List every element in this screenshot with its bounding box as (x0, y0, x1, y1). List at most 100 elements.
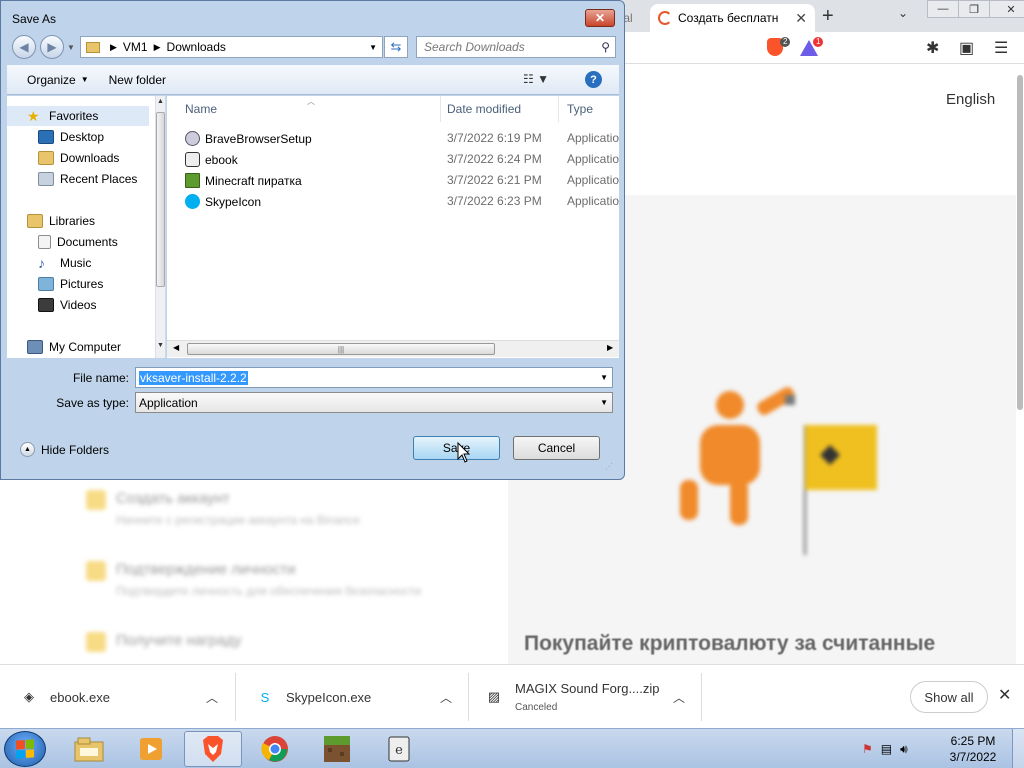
file-name-dropdown-icon[interactable]: ▼ (600, 373, 608, 382)
taskbar-chrome[interactable] (246, 731, 304, 767)
taskbar-ebook[interactable]: e (370, 731, 428, 767)
breadcrumb-arrow-icon[interactable]: ▶ (110, 42, 117, 53)
taskbar: e ⚑ ▤ 🔊︎ 6:25 PM 3/7/2022 (0, 728, 1024, 768)
chrome-icon (261, 736, 288, 762)
navigation-pane: ★ Favorites Desktop Downloads Recent Pla… (7, 96, 166, 358)
address-dropdown-icon[interactable]: ▼ (369, 43, 377, 52)
tree-item-pictures[interactable]: Pictures (7, 274, 103, 294)
tree-item-videos[interactable]: Videos (7, 295, 96, 315)
new-tab-button[interactable]: + (822, 5, 834, 28)
start-button[interactable] (4, 731, 46, 767)
ebook-icon: ◈ (24, 689, 34, 704)
navigation-scroll-thumb[interactable] (156, 112, 165, 287)
cancel-button[interactable]: Cancel (513, 436, 600, 460)
installer-icon (185, 131, 200, 146)
chevron-up-icon[interactable]: ︿ (206, 689, 218, 706)
tree-item-downloads[interactable]: Downloads (7, 148, 119, 168)
minimize-button[interactable]: — (927, 0, 959, 18)
taskbar-brave[interactable] (184, 731, 242, 767)
clock[interactable]: 6:25 PM 3/7/2022 (938, 733, 1008, 765)
new-folder-button[interactable]: New folder (99, 73, 176, 87)
search-input[interactable]: Search Downloads ⚲ (416, 36, 616, 58)
tree-item-documents[interactable]: Documents (7, 232, 118, 252)
taskbar-minecraft[interactable] (308, 731, 366, 767)
documents-icon (38, 235, 51, 249)
tree-item-my-computer[interactable]: My Computer (7, 337, 121, 357)
file-list: Name ︿ Date modified Type BraveBrowserSe… (167, 96, 619, 358)
show-desktop-button[interactable] (1012, 729, 1024, 768)
resize-grip-icon[interactable]: ⋰ (605, 462, 613, 471)
tree-item-libraries[interactable]: Libraries (7, 211, 95, 231)
close-shelf-icon[interactable]: ✕ (998, 685, 1011, 705)
taskbar-media-player[interactable] (122, 731, 180, 767)
folder-icon (86, 41, 100, 53)
save-as-type-label: Save as type: (56, 396, 129, 410)
save-as-type-select[interactable]: Application ▼ (135, 392, 613, 413)
back-button[interactable]: ◀ (12, 35, 36, 59)
tree-item-desktop[interactable]: Desktop (7, 127, 104, 147)
help-icon[interactable]: ? (585, 71, 602, 88)
file-row[interactable]: Minecraft пиратка 3/7/2022 6:21 PM Appli… (167, 170, 619, 191)
refresh-button[interactable]: ⇆ (384, 36, 408, 58)
save-as-type-dropdown-icon[interactable]: ▼ (600, 398, 608, 407)
close-window-button[interactable]: ✕ (989, 0, 1024, 18)
wallet-icon[interactable]: ▣ (959, 38, 974, 58)
search-icon[interactable]: ⚲ (601, 40, 610, 54)
tree-item-favorites[interactable]: ★ Favorites (7, 106, 149, 126)
ebook-icon: e (388, 736, 410, 762)
tree-item-recent-places[interactable]: Recent Places (7, 169, 137, 189)
tab-active[interactable]: Создать бесплатн ✕ (650, 4, 815, 32)
file-row[interactable]: BraveBrowserSetup 3/7/2022 6:19 PM Appli… (167, 128, 619, 149)
taskbar-explorer[interactable] (60, 731, 118, 767)
extensions-puzzle-icon[interactable]: ✱ (926, 38, 939, 58)
file-type: Applicatio (567, 173, 619, 187)
scroll-up-arrow-icon[interactable]: ▲ (157, 98, 164, 105)
page-scrollbar[interactable] (1017, 75, 1023, 410)
save-as-type-value: Application (139, 395, 198, 410)
address-bar[interactable]: ▶ VM1 ▶ Downloads ▼ (80, 36, 383, 58)
organize-button[interactable]: Organize ▼ (17, 73, 99, 87)
scroll-left-arrow-icon[interactable]: ◀ (173, 343, 179, 352)
column-header-type[interactable]: Type (559, 96, 619, 122)
windows-logo-icon (16, 739, 34, 759)
step-item: Получите награду (86, 632, 421, 652)
language-selector[interactable]: English (946, 91, 995, 108)
network-icon[interactable]: ▤ (881, 742, 892, 756)
skype-icon: S (260, 689, 270, 705)
volume-icon[interactable]: 🔊︎ (900, 742, 908, 757)
chevron-up-icon[interactable]: ︿ (673, 689, 685, 706)
chevron-up-icon[interactable]: ︿ (440, 689, 452, 706)
sort-ascending-icon: ︿ (307, 97, 315, 106)
file-name-input[interactable]: vksaver-install-2.2.2 ▼ (135, 367, 613, 388)
scroll-down-arrow-icon[interactable]: ▼ (157, 342, 164, 349)
download-item[interactable]: S SkypeIcon.exe ︿ (236, 673, 469, 721)
horizontal-scrollbar[interactable]: ◀ ||| ▶ (167, 340, 619, 357)
dialog-title: Save As (12, 12, 57, 26)
scroll-right-arrow-icon[interactable]: ▶ (607, 343, 613, 352)
recent-pages-chevron-icon[interactable]: ▼ (67, 43, 75, 52)
download-item[interactable]: ◈ ebook.exe ︿ (0, 673, 236, 721)
clock-date: 3/7/2022 (949, 750, 997, 764)
hide-folders-button[interactable]: ▲ Hide Folders (20, 442, 109, 457)
file-row[interactable]: ebook 3/7/2022 6:24 PM Applicatio (167, 149, 619, 170)
tab-close-icon[interactable]: ✕ (795, 10, 807, 27)
tree-item-music[interactable]: ♪ Music (7, 253, 91, 273)
dialog-close-button[interactable]: ✕ (585, 9, 615, 27)
maximize-button[interactable]: ❐ (958, 0, 990, 18)
menu-icon[interactable]: ☰ (994, 38, 1008, 58)
show-all-button[interactable]: Show all (910, 681, 988, 713)
breadcrumb-arrow-icon[interactable]: ▶ (154, 42, 161, 53)
breadcrumb-vm1[interactable]: VM1 (123, 40, 148, 54)
download-item[interactable]: ▨ MAGIX Sound Forg....zip Canceled ︿ (469, 673, 702, 721)
file-row[interactable]: SkypeIcon 3/7/2022 6:23 PM Applicatio (167, 191, 619, 212)
horizontal-scroll-thumb[interactable]: ||| (187, 343, 495, 355)
tab-search-chevron-icon[interactable]: ⌄ (898, 6, 908, 20)
action-center-icon[interactable]: ⚑ (862, 742, 873, 756)
breadcrumb-downloads[interactable]: Downloads (167, 40, 226, 54)
binance-favicon-icon (658, 11, 672, 25)
forward-button[interactable]: ▶ (40, 35, 64, 59)
change-view-button[interactable]: ☷ ▼ (523, 72, 549, 86)
column-header-date[interactable]: Date modified (439, 96, 559, 122)
gift-icon (86, 632, 106, 652)
file-name-label: File name: (72, 371, 129, 385)
